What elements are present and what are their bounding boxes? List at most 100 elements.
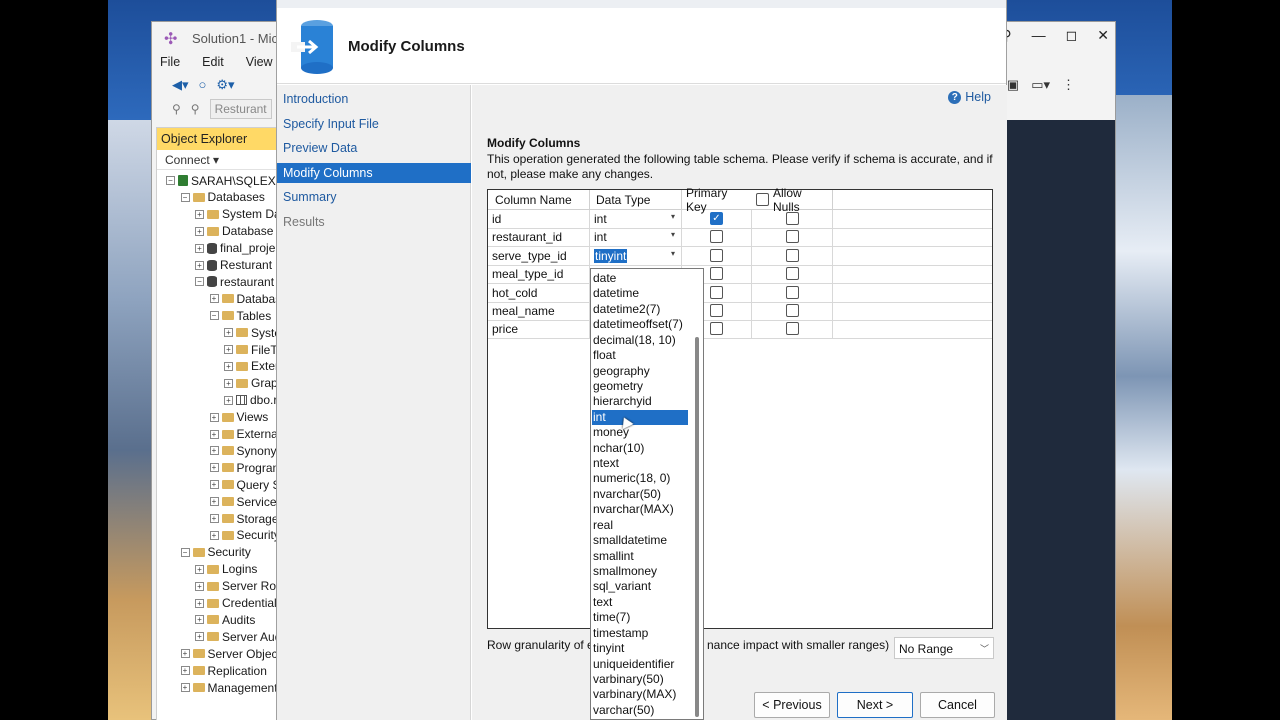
data-type-option[interactable]: text <box>592 595 688 610</box>
column-name-cell[interactable]: id <box>488 210 590 228</box>
data-type-option[interactable]: smalldatetime <box>592 533 688 548</box>
expand-icon[interactable]: + <box>209 412 219 422</box>
cancel-button[interactable]: Cancel <box>920 692 995 718</box>
collapse-icon[interactable]: − <box>180 192 190 202</box>
tree-node[interactable]: + Syste <box>224 324 280 341</box>
console-icon[interactable]: ▭▾ <box>1031 77 1050 93</box>
allow-nulls-checkbox[interactable] <box>786 322 799 336</box>
filter-icon[interactable]: ⚲ <box>191 102 200 116</box>
tree-node[interactable]: + Service <box>209 493 277 510</box>
tree-node[interactable]: + Replication <box>180 662 267 679</box>
expand-icon[interactable]: + <box>209 530 219 540</box>
collapse-icon[interactable]: − <box>195 277 204 287</box>
tree-node[interactable]: + dbo.r <box>224 392 277 409</box>
expand-icon[interactable]: + <box>180 666 190 676</box>
tree-node[interactable]: + Resturant <box>195 257 272 274</box>
menu-file[interactable]: File <box>160 55 180 69</box>
tree-node[interactable]: + Server Aud <box>195 628 280 645</box>
allow-nulls-checkbox[interactable] <box>786 230 799 244</box>
tree-node[interactable]: − SARAH\SQLEXPF <box>166 172 280 189</box>
nav-item-summary[interactable]: Summary <box>277 187 471 207</box>
menu-edit[interactable]: Edit <box>202 55 224 69</box>
column-row[interactable]: serve_type_id tinyint ▾ <box>488 246 992 266</box>
tree-node[interactable]: + Security <box>209 527 280 544</box>
nav-item-introduction[interactable]: Introduction <box>277 89 471 109</box>
primary-key-checkbox[interactable] <box>710 230 723 244</box>
data-type-option[interactable]: geometry <box>592 379 688 394</box>
data-type-option[interactable]: hierarchyid <box>592 394 688 409</box>
dropdown-arrow-icon[interactable]: ▾ <box>671 249 675 258</box>
data-type-option[interactable]: sql_variant <box>592 579 688 594</box>
allow-nulls-all-checkbox[interactable] <box>756 193 769 206</box>
dropdown-scrollbar-thumb[interactable] <box>695 337 699 717</box>
dropdown-arrow-icon[interactable]: ▾ <box>671 230 675 239</box>
column-name-cell[interactable]: meal_type_id <box>488 265 590 284</box>
expand-icon[interactable]: + <box>224 328 233 338</box>
expand-icon[interactable]: + <box>195 260 204 270</box>
tree-node[interactable]: + Exter <box>224 358 279 375</box>
allow-nulls-checkbox[interactable] <box>786 212 799 225</box>
range-select[interactable]: No Range ﹀ <box>894 637 994 659</box>
data-type-option[interactable]: time(7) <box>592 610 688 625</box>
data-type-option[interactable]: ntext <box>592 456 688 471</box>
expand-icon[interactable]: + <box>209 480 219 490</box>
column-name-cell[interactable]: serve_type_id <box>488 246 590 265</box>
column-row[interactable]: meal_type_id <box>488 265 992 285</box>
back-icon[interactable]: ◀▾ <box>172 77 189 93</box>
column-row[interactable]: restaurant_id int ▾ <box>488 228 992 248</box>
tree-node[interactable]: − Databases <box>180 189 265 206</box>
collapse-icon[interactable]: − <box>180 547 190 557</box>
tree-node[interactable]: + Management <box>180 679 278 696</box>
column-row[interactable]: id int ▾ ✓ <box>488 210 992 229</box>
primary-key-checkbox[interactable] <box>710 267 723 281</box>
tree-node[interactable]: + Audits <box>195 611 255 628</box>
data-type-option[interactable]: decimal(18, 10) <box>592 333 688 348</box>
data-type-option[interactable]: datetimeoffset(7) <box>592 317 688 332</box>
data-type-option[interactable]: uniqueidentifier <box>592 657 688 672</box>
primary-key-checkbox[interactable] <box>710 304 723 317</box>
collapse-icon[interactable]: − <box>209 311 219 321</box>
data-type-option[interactable]: money <box>592 425 688 440</box>
data-type-option[interactable]: numeric(18, 0) <box>592 471 688 486</box>
expand-icon[interactable]: + <box>180 683 190 692</box>
data-type-option[interactable]: varbinary(50) <box>592 672 688 687</box>
forward-icon[interactable]: ○ <box>199 77 207 93</box>
database-selector[interactable]: Resturant <box>209 99 272 119</box>
column-name-cell[interactable]: meal_name <box>488 302 590 320</box>
primary-key-checkbox[interactable] <box>710 322 723 336</box>
close-icon[interactable]: ✕ <box>1097 27 1109 44</box>
expand-icon[interactable]: + <box>195 581 204 591</box>
minimize-icon[interactable]: — <box>1032 27 1046 44</box>
primary-key-checkbox[interactable] <box>710 285 723 299</box>
tree-node[interactable]: + Views <box>209 409 268 426</box>
tree-node[interactable]: + Query S <box>209 476 280 493</box>
data-type-cell[interactable]: tinyint ▾ <box>590 246 682 265</box>
tree-node[interactable]: − restaurant <box>195 273 274 290</box>
expand-icon[interactable]: + <box>180 649 190 659</box>
tree-node[interactable]: − Tables <box>209 307 271 324</box>
allow-nulls-checkbox[interactable] <box>786 304 799 317</box>
data-type-option[interactable]: datetime <box>592 286 688 301</box>
connect-button[interactable]: Connect ▾ <box>157 150 280 170</box>
data-type-option[interactable]: date <box>592 271 688 286</box>
previous-button[interactable]: < Previous <box>754 692 830 718</box>
expand-icon[interactable]: + <box>209 446 219 456</box>
plug-icon[interactable]: ⚲ <box>172 102 181 116</box>
column-name-cell[interactable]: price <box>488 320 590 339</box>
allow-nulls-checkbox[interactable] <box>786 248 799 262</box>
primary-key-checkbox[interactable]: ✓ <box>710 212 723 225</box>
tree-node[interactable]: − Security <box>180 544 251 561</box>
tree-node[interactable]: + Credentials <box>195 595 280 612</box>
data-type-option[interactable]: varchar(50) <box>592 703 688 718</box>
tree-node[interactable]: + System Dat <box>195 206 280 223</box>
next-button[interactable]: Next > <box>837 692 913 718</box>
column-row[interactable]: hot_cold <box>488 283 992 303</box>
data-type-option[interactable]: geography <box>592 364 688 379</box>
column-row[interactable]: price <box>488 320 992 340</box>
tree-node[interactable]: + final_proje <box>195 240 275 257</box>
expand-icon[interactable]: + <box>224 345 233 354</box>
data-type-option[interactable]: float <box>592 348 688 363</box>
data-type-option[interactable]: timestamp <box>592 626 688 641</box>
data-type-option[interactable]: datetime2(7) <box>592 302 688 317</box>
tree-node[interactable]: + Logins <box>195 561 257 578</box>
